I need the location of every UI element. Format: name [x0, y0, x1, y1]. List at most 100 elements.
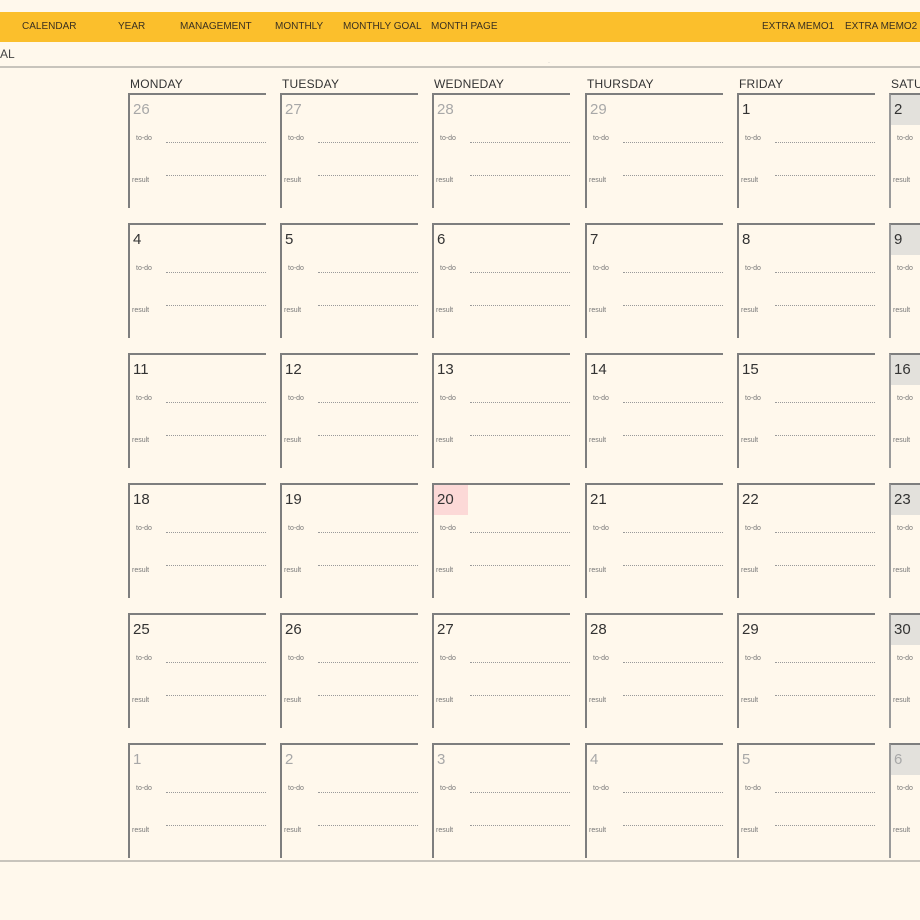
day-cell[interactable]: 27 to-do result: [280, 93, 418, 208]
day-cell[interactable]: 22 to-do result: [737, 483, 875, 598]
todo-line[interactable]: [623, 792, 723, 793]
todo-line[interactable]: [775, 272, 875, 273]
day-cell[interactable]: 21 to-do result: [585, 483, 723, 598]
tab-extra-memo2[interactable]: EXTRA MEMO2: [845, 12, 917, 42]
todo-line[interactable]: [166, 402, 266, 403]
day-cell[interactable]: 16 to-do result: [889, 353, 920, 468]
result-line[interactable]: [166, 825, 266, 826]
result-line[interactable]: [166, 565, 266, 566]
day-cell[interactable]: 5 to-do result: [280, 223, 418, 338]
todo-line[interactable]: [470, 402, 570, 403]
day-cell[interactable]: 1 to-do result: [128, 743, 266, 858]
day-cell[interactable]: 6 to-do result: [432, 223, 570, 338]
day-cell[interactable]: 25 to-do result: [128, 613, 266, 728]
todo-line[interactable]: [318, 142, 418, 143]
result-line[interactable]: [166, 305, 266, 306]
result-line[interactable]: [623, 695, 723, 696]
day-cell[interactable]: 1 to-do result: [737, 93, 875, 208]
result-line[interactable]: [318, 825, 418, 826]
day-cell[interactable]: 4 to-do result: [585, 743, 723, 858]
todo-line[interactable]: [470, 142, 570, 143]
day-cell[interactable]: 2 to-do result: [280, 743, 418, 858]
result-line[interactable]: [166, 435, 266, 436]
day-cell[interactable]: 18 to-do result: [128, 483, 266, 598]
todo-line[interactable]: [623, 272, 723, 273]
todo-line[interactable]: [470, 532, 570, 533]
day-cell[interactable]: 29 to-do result: [585, 93, 723, 208]
day-cell[interactable]: 19 to-do result: [280, 483, 418, 598]
tab-extra-memo1[interactable]: EXTRA MEMO1: [762, 12, 834, 42]
todo-line[interactable]: [166, 142, 266, 143]
tab-management[interactable]: MANAGEMENT: [180, 12, 252, 42]
todo-line[interactable]: [470, 662, 570, 663]
result-line[interactable]: [775, 305, 875, 306]
todo-line[interactable]: [470, 792, 570, 793]
todo-line[interactable]: [775, 402, 875, 403]
day-cell[interactable]: 15 to-do result: [737, 353, 875, 468]
result-line[interactable]: [470, 175, 570, 176]
todo-line[interactable]: [318, 402, 418, 403]
day-cell[interactable]: 26 to-do result: [280, 613, 418, 728]
result-line[interactable]: [318, 565, 418, 566]
result-line[interactable]: [623, 435, 723, 436]
day-cell[interactable]: 4 to-do result: [128, 223, 266, 338]
day-cell[interactable]: 2 to-do result: [889, 93, 920, 208]
result-line[interactable]: [470, 435, 570, 436]
day-cell[interactable]: 30 to-do result: [889, 613, 920, 728]
result-line[interactable]: [470, 825, 570, 826]
day-cell[interactable]: 14 to-do result: [585, 353, 723, 468]
tab-month-page[interactable]: MONTH PAGE: [431, 12, 497, 42]
day-cell[interactable]: 23 to-do result: [889, 483, 920, 598]
tab-year[interactable]: YEAR: [118, 12, 145, 42]
todo-line[interactable]: [166, 532, 266, 533]
todo-line[interactable]: [623, 142, 723, 143]
monthly-goal-row[interactable]: AL ·: [0, 42, 920, 68]
day-cell[interactable]: 29 to-do result: [737, 613, 875, 728]
result-line[interactable]: [623, 565, 723, 566]
tab-monthly-goal[interactable]: MONTHLY GOAL: [343, 12, 422, 42]
todo-line[interactable]: [623, 402, 723, 403]
result-line[interactable]: [470, 695, 570, 696]
result-line[interactable]: [623, 825, 723, 826]
result-line[interactable]: [166, 695, 266, 696]
day-cell[interactable]: 9 to-do result: [889, 223, 920, 338]
result-line[interactable]: [775, 435, 875, 436]
result-line[interactable]: [318, 695, 418, 696]
result-line[interactable]: [775, 825, 875, 826]
day-cell[interactable]: 13 to-do result: [432, 353, 570, 468]
day-cell[interactable]: 27 to-do result: [432, 613, 570, 728]
day-cell[interactable]: 26 to-do result: [128, 93, 266, 208]
result-line[interactable]: [470, 305, 570, 306]
todo-line[interactable]: [470, 272, 570, 273]
result-line[interactable]: [166, 175, 266, 176]
todo-line[interactable]: [775, 142, 875, 143]
day-cell[interactable]: 7 to-do result: [585, 223, 723, 338]
result-line[interactable]: [775, 565, 875, 566]
day-cell[interactable]: 28 to-do result: [585, 613, 723, 728]
todo-line[interactable]: [775, 792, 875, 793]
result-line[interactable]: [318, 175, 418, 176]
result-line[interactable]: [623, 305, 723, 306]
todo-line[interactable]: [775, 532, 875, 533]
todo-line[interactable]: [318, 792, 418, 793]
day-cell[interactable]: 28 to-do result: [432, 93, 570, 208]
todo-line[interactable]: [318, 662, 418, 663]
day-cell[interactable]: 6 to-do result: [889, 743, 920, 858]
todo-line[interactable]: [166, 792, 266, 793]
todo-line[interactable]: [318, 532, 418, 533]
todo-line[interactable]: [775, 662, 875, 663]
tab-monthly[interactable]: MONTHLY: [275, 12, 323, 42]
result-line[interactable]: [318, 305, 418, 306]
todo-line[interactable]: [318, 272, 418, 273]
day-cell[interactable]: 11 to-do result: [128, 353, 266, 468]
day-cell[interactable]: 3 to-do result: [432, 743, 570, 858]
result-line[interactable]: [470, 565, 570, 566]
day-cell[interactable]: 5 to-do result: [737, 743, 875, 858]
tab-calendar[interactable]: CALENDAR: [22, 12, 76, 42]
day-cell[interactable]: 20 to-do result: [432, 483, 570, 598]
result-line[interactable]: [775, 175, 875, 176]
todo-line[interactable]: [166, 272, 266, 273]
day-cell[interactable]: 12 to-do result: [280, 353, 418, 468]
result-line[interactable]: [775, 695, 875, 696]
todo-line[interactable]: [166, 662, 266, 663]
